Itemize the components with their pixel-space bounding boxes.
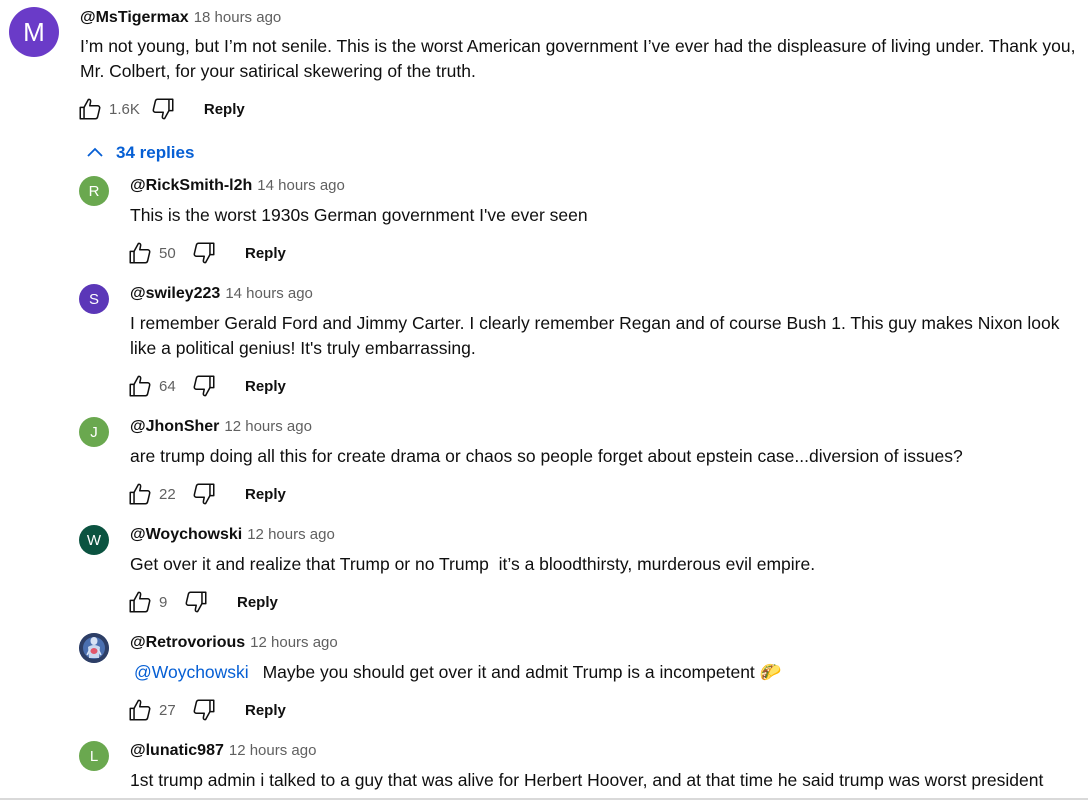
comment-actions: 1.6K Reply bbox=[77, 94, 245, 124]
comment-text: I’m not young, but I’m not senile. This … bbox=[80, 36, 1076, 81]
reply-header: @RickSmith-l2h 14 hours ago bbox=[130, 176, 345, 196]
reply-text: are trump doing all this for create dram… bbox=[130, 446, 963, 466]
reply-button[interactable]: Reply bbox=[245, 378, 286, 395]
reply-author[interactable]: @Woychowski bbox=[130, 526, 242, 543]
like-icon[interactable] bbox=[127, 589, 153, 615]
reply-button[interactable]: Reply bbox=[245, 702, 286, 719]
avatar-image bbox=[79, 633, 109, 663]
avatar[interactable]: R bbox=[79, 176, 109, 206]
reply-timestamp[interactable]: 12 hours ago bbox=[224, 418, 312, 435]
avatar[interactable]: L bbox=[79, 741, 109, 771]
avatar-letter: S bbox=[88, 290, 99, 308]
dislike-icon[interactable] bbox=[183, 589, 209, 615]
reply-text: I remember Gerald Ford and Jimmy Carter.… bbox=[130, 313, 1060, 358]
reply-header: @Woychowski 12 hours ago bbox=[130, 525, 335, 545]
reply-body: Maybe you should get over it and admit T… bbox=[262, 662, 755, 682]
dislike-icon[interactable] bbox=[150, 96, 176, 122]
comments-panel: M @MsTigermax 18 hours ago I’m not young,… bbox=[0, 0, 1088, 800]
reply-text: Get over it and realize that Trump or no… bbox=[130, 554, 816, 574]
anatomy-avatar-icon[interactable] bbox=[79, 633, 109, 663]
avatar[interactable]: M bbox=[9, 7, 59, 57]
reply-text: @Woychowski Maybe you should get over it… bbox=[130, 660, 1075, 685]
reply-actions: 27 Reply bbox=[127, 695, 286, 725]
dislike-icon[interactable] bbox=[191, 481, 217, 507]
reply-timestamp[interactable]: 14 hours ago bbox=[225, 285, 313, 302]
reply-text: This is the worst 1930s German governmen… bbox=[130, 205, 588, 225]
reply-header: @lunatic987 12 hours ago bbox=[130, 741, 316, 761]
taco-emoji-icon: 🌮 bbox=[759, 662, 782, 682]
reply-timestamp[interactable]: 12 hours ago bbox=[250, 634, 338, 651]
reply-author[interactable]: @Retrovorious bbox=[130, 634, 245, 651]
reply-button[interactable]: Reply bbox=[237, 594, 278, 611]
reply-author[interactable]: @RickSmith-l2h bbox=[130, 177, 252, 194]
like-icon[interactable] bbox=[127, 697, 153, 723]
like-count: 50 bbox=[159, 244, 176, 262]
avatar[interactable]: W bbox=[79, 525, 109, 555]
avatar-letter: J bbox=[90, 423, 98, 441]
replies-count-label: 34 replies bbox=[116, 143, 195, 162]
avatar[interactable]: J bbox=[79, 417, 109, 447]
like-icon[interactable] bbox=[77, 96, 103, 122]
reply-text: 1st trump admin i talked to a guy that w… bbox=[130, 770, 1044, 790]
reply-timestamp[interactable]: 12 hours ago bbox=[229, 742, 317, 759]
avatar-letter: L bbox=[89, 747, 99, 765]
mention-link[interactable]: @Woychowski bbox=[134, 662, 249, 682]
replies-toggle-button[interactable]: 34 replies bbox=[86, 140, 194, 166]
like-count: 27 bbox=[159, 701, 176, 719]
comment-author[interactable]: @MsTigermax bbox=[80, 9, 189, 26]
like-count: 1.6K bbox=[109, 100, 140, 118]
like-count: 9 bbox=[159, 593, 168, 611]
dislike-icon[interactable] bbox=[191, 373, 217, 399]
dislike-icon[interactable] bbox=[191, 697, 217, 723]
reply-actions: 64 Reply bbox=[127, 371, 286, 401]
dislike-icon[interactable] bbox=[191, 240, 217, 266]
reply-author[interactable]: @JhonSher bbox=[130, 418, 219, 435]
reply-actions: 9 Reply bbox=[127, 587, 278, 617]
reply-button[interactable]: Reply bbox=[245, 245, 286, 262]
comment-timestamp[interactable]: 18 hours ago bbox=[194, 9, 282, 26]
reply-header: @Retrovorious 12 hours ago bbox=[130, 633, 338, 653]
reply-timestamp[interactable]: 14 hours ago bbox=[257, 177, 345, 194]
comment-header: @MsTigermax 18 hours ago bbox=[80, 8, 281, 28]
avatar-letter: M bbox=[23, 16, 45, 47]
like-icon[interactable] bbox=[127, 481, 153, 507]
chevron-up-icon bbox=[87, 147, 103, 157]
reply-actions: 50 Reply bbox=[127, 238, 286, 268]
like-count: 22 bbox=[159, 485, 176, 503]
avatar-letter: W bbox=[86, 531, 102, 549]
reply-timestamp[interactable]: 12 hours ago bbox=[247, 526, 335, 543]
reply-button[interactable]: Reply bbox=[245, 486, 286, 503]
like-count: 64 bbox=[159, 377, 176, 395]
reply-author[interactable]: @swiley223 bbox=[130, 285, 220, 302]
reply-actions: 22 Reply bbox=[127, 479, 286, 509]
reply-header: @swiley223 14 hours ago bbox=[130, 284, 313, 304]
reply-header: @JhonSher 12 hours ago bbox=[130, 417, 312, 437]
avatar-letter: R bbox=[88, 182, 100, 200]
like-icon[interactable] bbox=[127, 240, 153, 266]
reply-button[interactable]: Reply bbox=[204, 101, 245, 118]
reply-author[interactable]: @lunatic987 bbox=[130, 742, 224, 759]
avatar[interactable]: S bbox=[79, 284, 109, 314]
like-icon[interactable] bbox=[127, 373, 153, 399]
